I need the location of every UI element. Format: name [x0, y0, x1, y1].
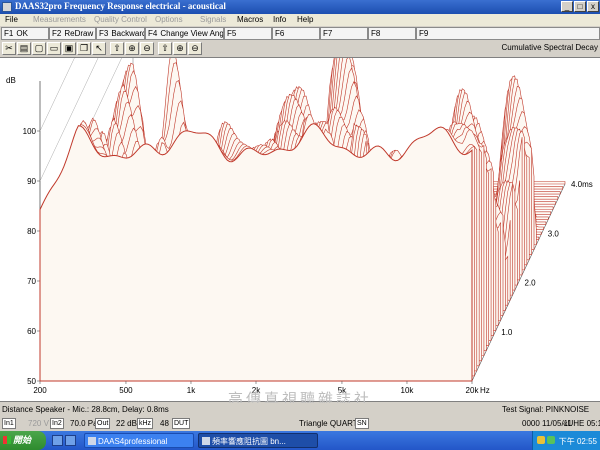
quicklaunch-browser-icon[interactable]: [52, 435, 63, 446]
menu-help[interactable]: Help: [297, 15, 313, 24]
out-indicator[interactable]: Out: [95, 418, 111, 429]
chart-curves: [39, 58, 566, 382]
f7-key: F7: [323, 29, 333, 38]
clock: 下午 02:55: [558, 437, 597, 446]
print-icon[interactable]: ▤: [17, 42, 31, 55]
f9-key: F9: [419, 29, 429, 38]
zoom-in-icon[interactable]: ⊕: [173, 42, 187, 55]
menu-measurements[interactable]: Measurements: [33, 15, 86, 24]
f3-label: Backward: [111, 29, 145, 38]
open-folder-icon[interactable]: ▭: [47, 42, 61, 55]
app-icon: [202, 437, 210, 445]
close-button[interactable]: x: [587, 1, 599, 12]
system-tray: 下午 02:55: [532, 431, 600, 450]
f6-key: F6: [275, 29, 285, 38]
menu-info[interactable]: Info: [273, 15, 286, 24]
gain-readout: 22 dB: [116, 419, 137, 428]
in1-indicator[interactable]: In1: [2, 418, 16, 429]
y-tick-label: 50: [27, 377, 36, 386]
rate-readout: 48: [160, 419, 169, 428]
sn-indicator[interactable]: SN: [355, 418, 369, 429]
y-tick-label: 100: [23, 127, 37, 136]
up-arrow-icon[interactable]: ⇧: [110, 42, 124, 55]
time-tick-label: 1.0: [501, 328, 513, 337]
f8-key: F8: [371, 29, 381, 38]
menu-quality-control[interactable]: Quality Control: [94, 15, 147, 24]
app-icon: [2, 2, 12, 12]
minimize-button[interactable]: _: [561, 1, 573, 12]
function-key-bar: F1 OK F2 ReDraw F3 Backward F4 Change View A…: [0, 27, 600, 40]
zoom-in-icon[interactable]: ⊕: [125, 42, 139, 55]
f8-button[interactable]: F8: [368, 27, 416, 40]
start-label: 開始: [13, 435, 32, 445]
test-signal-status: Test Signal: PINKNOISE: [502, 405, 590, 414]
f5-button[interactable]: F5: [224, 27, 272, 40]
task-freq-label: 頻率響應阻抗圖 bn...: [212, 437, 286, 446]
tray-volume-icon[interactable]: [537, 436, 545, 444]
in2-indicator[interactable]: In2: [50, 418, 64, 429]
f5-key: F5: [227, 29, 237, 38]
dut-indicator[interactable]: DUT: [172, 418, 191, 429]
up-arrow-icon[interactable]: ⇧: [158, 42, 172, 55]
f4-key: F4: [148, 29, 158, 38]
f2-button[interactable]: F2 ReDraw: [49, 27, 96, 40]
menu-bar: File Measurements Quality Control Option…: [0, 14, 600, 26]
plot-type-label: Cumulative Spectral Decay: [501, 43, 598, 52]
window-title: DAAS32pro Frequency Response electrical …: [15, 1, 226, 11]
tray-network-icon[interactable]: [547, 436, 555, 444]
time-tick-label: 4.0ms: [571, 180, 593, 189]
f4-button[interactable]: F4 Change View Angle: [145, 27, 224, 40]
menu-signals[interactable]: Signals: [200, 15, 226, 24]
status-row-1: Distance Speaker - Mic.: 28.8cm, Delay: …: [0, 403, 600, 416]
title-bar: DAAS32pro Frequency Response electrical …: [0, 0, 600, 14]
plot-area: 1009080706050dBDAAS2005001k2k5k10k20kHz1…: [0, 57, 600, 402]
voltage-readout: 720 V: [28, 419, 49, 428]
decay-slice: [39, 123, 473, 382]
windows-flag-icon: [3, 436, 11, 444]
f1-button[interactable]: F1 OK: [1, 27, 49, 40]
y-tick-label: 60: [27, 327, 36, 336]
time-tick-label: 3.0: [548, 229, 560, 238]
menu-file[interactable]: File: [5, 15, 18, 24]
menu-macros[interactable]: Macros: [237, 15, 263, 24]
status-row-2: In1 720 V In2 70.0 Pa Out 22 dB kHz 48 D…: [0, 417, 600, 430]
cut-icon[interactable]: ✂: [2, 42, 16, 55]
f3-key: F3: [99, 29, 109, 38]
khz-indicator[interactable]: kHz: [137, 418, 154, 429]
quicklaunch-desktop-icon[interactable]: [65, 435, 76, 446]
y-tick-label: 80: [27, 227, 36, 236]
task-daas[interactable]: DAAS4professional: [84, 433, 194, 448]
waterfall-chart: 1009080706050dBDAAS2005001k2k5k10k20kHz1…: [6, 58, 593, 395]
f9-button[interactable]: F9: [416, 27, 600, 40]
f1-key: F1: [4, 29, 14, 38]
page-icon[interactable]: ▢: [32, 42, 46, 55]
arrow-pointer-icon[interactable]: ↖: [92, 42, 106, 55]
f6-button[interactable]: F6: [272, 27, 320, 40]
y-tick-label: 90: [27, 177, 36, 186]
maximize-button[interactable]: □: [574, 1, 586, 12]
zoom-out-icon[interactable]: ⊖: [188, 42, 202, 55]
y-tick-label: 70: [27, 277, 36, 286]
menu-options[interactable]: Options: [155, 15, 183, 24]
f1-label: OK: [16, 29, 28, 38]
taskbar: 開始 DAAS4professional 頻率響應阻抗圖 bn... 下午 02…: [0, 431, 600, 450]
time-tick-label: 2.0: [525, 279, 537, 288]
start-button[interactable]: 開始: [0, 431, 46, 450]
f3-button[interactable]: F3 Backward: [96, 27, 145, 40]
uhe-readout: «UHE 05:12:39: [563, 419, 600, 428]
app-icon: [88, 437, 96, 445]
f2-key: F2: [52, 29, 62, 38]
f4-label: Change View Angle: [160, 29, 224, 38]
f7-button[interactable]: F7: [320, 27, 368, 40]
save-icon[interactable]: ▣: [62, 42, 76, 55]
zoom-out-icon[interactable]: ⊖: [140, 42, 154, 55]
f2-label: ReDraw: [64, 29, 94, 38]
distance-status: Distance Speaker - Mic.: 28.8cm, Delay: …: [2, 405, 169, 414]
task-freq-response[interactable]: 頻率響應阻抗圖 bn...: [198, 433, 318, 448]
pressure-readout: 70.0 Pa: [70, 419, 98, 428]
y-axis-label: dB: [6, 76, 16, 85]
copy-icon[interactable]: ❐: [77, 42, 91, 55]
task-daas-label: DAAS4professional: [98, 437, 168, 446]
